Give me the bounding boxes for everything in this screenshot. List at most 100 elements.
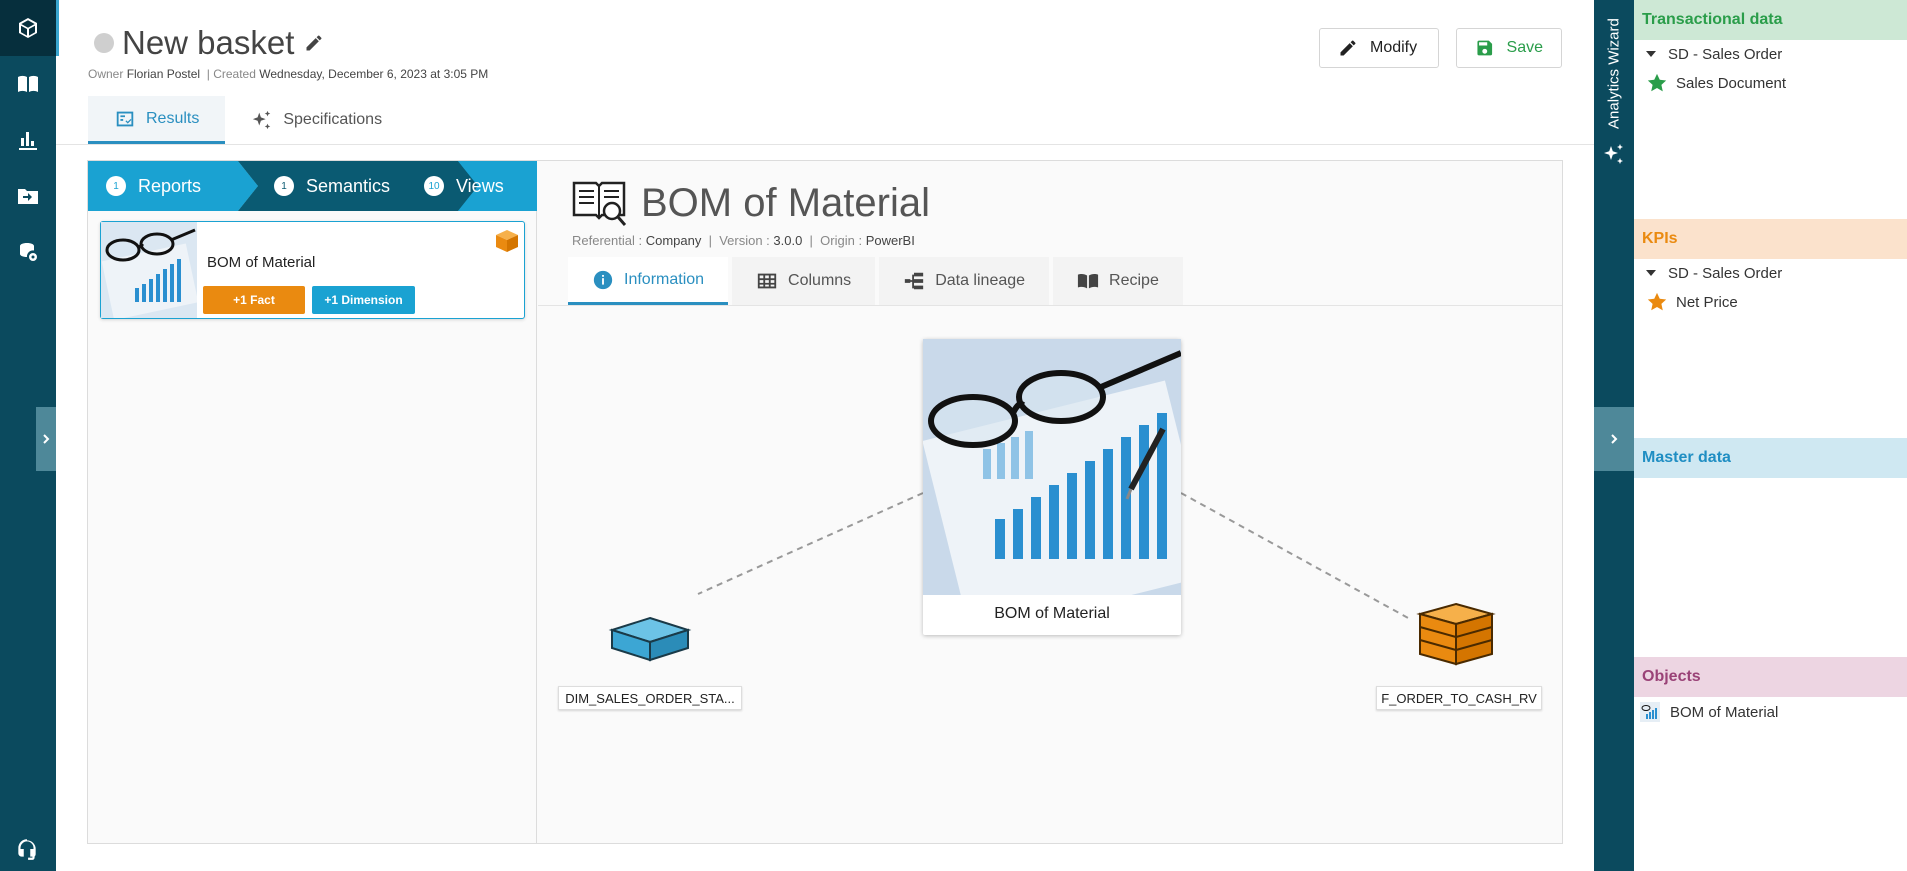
checklist-icon xyxy=(116,111,134,126)
save-label: Save xyxy=(1506,39,1543,56)
nav-catalog[interactable] xyxy=(0,56,56,112)
chevron-right-icon xyxy=(1611,434,1618,444)
lineage-center-node[interactable]: BOM of Material xyxy=(923,339,1181,635)
tab-data-lineage[interactable]: Data lineage xyxy=(879,257,1050,305)
owner-label: Owner xyxy=(88,67,124,81)
sparkles-icon xyxy=(253,110,271,130)
table-icon xyxy=(757,273,777,289)
tabs-divider xyxy=(56,144,1594,145)
step-reports-label: Reports xyxy=(138,175,202,196)
tab-specifications[interactable]: Specifications xyxy=(225,96,408,144)
step-views[interactable]: 10 Views xyxy=(424,161,504,211)
version-value: 3.0.0 xyxy=(773,233,803,248)
tree-leaf[interactable]: Sales Document xyxy=(1634,68,1907,98)
basket-header: New basket xyxy=(94,24,324,62)
nav-import[interactable] xyxy=(0,168,56,224)
tab-columns[interactable]: Columns xyxy=(732,257,876,305)
pencil-icon xyxy=(1340,40,1356,56)
modify-button[interactable]: Modify xyxy=(1319,28,1439,68)
referential-value: Company xyxy=(645,233,702,248)
tree-leaf[interactable]: Net Price xyxy=(1634,287,1907,317)
tree-node-label: SD - Sales Order xyxy=(1668,45,1783,63)
tree-node[interactable]: SD - Sales Order xyxy=(1634,259,1907,287)
db-settings-icon xyxy=(20,243,37,261)
report-thumbnail-icon xyxy=(1640,702,1660,722)
referential-label: Referential : xyxy=(572,233,643,248)
lineage-fact-label[interactable]: F_ORDER_TO_CASH_RV xyxy=(1376,686,1542,710)
tab-information-label: Information xyxy=(624,270,705,288)
left-expand-toggle[interactable] xyxy=(36,407,56,471)
dimension-badge[interactable]: +1 Dimension xyxy=(312,286,415,314)
results-panel: 1 Reports 1 Semantics 10 Views BOM of Ma… xyxy=(87,160,1563,844)
status-dot xyxy=(94,33,114,53)
tree-leaf-label: Net Price xyxy=(1676,293,1738,311)
step-reports-count: 1 xyxy=(106,176,126,196)
owner-name: Florian Postel xyxy=(126,67,201,81)
info-icon xyxy=(593,270,613,289)
origin-label: Origin : xyxy=(820,233,863,248)
tab-information[interactable]: Information xyxy=(568,257,729,305)
step-semantics[interactable]: 1 Semantics xyxy=(274,161,390,211)
sparkles-icon[interactable] xyxy=(1602,142,1626,166)
step-semantics-count: 1 xyxy=(274,176,294,196)
tab-recipe[interactable]: Recipe xyxy=(1053,257,1183,305)
right-collapse-toggle[interactable] xyxy=(1594,407,1634,471)
tree-leaf[interactable]: BOM of Material xyxy=(1634,697,1907,727)
chevron-right-icon xyxy=(43,434,50,444)
tab-recipe-label: Recipe xyxy=(1109,272,1159,289)
result-card[interactable]: BOM of Material +1 Fact +1 Dimension xyxy=(100,221,525,319)
step-views-count: 10 xyxy=(424,176,444,196)
tree-leaf-label: Sales Document xyxy=(1676,74,1787,92)
help-icon[interactable] xyxy=(14,836,40,862)
analytics-wizard-label[interactable]: Analytics Wizard xyxy=(1604,14,1624,134)
tree-node[interactable]: SD - Sales Order xyxy=(1634,40,1907,68)
report-thumbnail xyxy=(101,222,197,318)
lineage-dimension-label[interactable]: DIM_SALES_ORDER_STA... xyxy=(558,686,742,710)
star-icon xyxy=(1647,292,1667,311)
modify-label: Modify xyxy=(1370,39,1418,56)
semantic-title: BOM of Material xyxy=(641,181,930,225)
tab-specifications-label: Specifications xyxy=(283,111,383,128)
caret-down-icon xyxy=(1646,51,1656,57)
tree-node-label: SD - Sales Order xyxy=(1668,264,1783,282)
meta-separator: | xyxy=(206,67,210,81)
tab-results-label: Results xyxy=(146,109,200,127)
book-icon xyxy=(18,75,38,92)
origin-value: PowerBI xyxy=(865,233,915,248)
tab-columns-label: Columns xyxy=(788,272,852,289)
star-icon xyxy=(1647,73,1667,92)
nav-database[interactable] xyxy=(0,224,56,280)
section-objects-title: Objects xyxy=(1634,657,1907,697)
basket-meta: Owner Florian Postel | Created Wednesday… xyxy=(88,67,488,81)
tab-results[interactable]: Results xyxy=(88,96,226,144)
lineage-dimension-text: DIM_SALES_ORDER_STA... xyxy=(565,690,735,706)
result-name: BOM of Material xyxy=(207,254,316,271)
fact-badge[interactable]: +1 Fact xyxy=(203,286,305,314)
step-semantics-label: Semantics xyxy=(306,175,391,196)
nav-cube[interactable] xyxy=(0,0,56,56)
lineage-fact-text: F_ORDER_TO_CASH_RV xyxy=(1381,690,1537,706)
semantic-detail: BOM of Material Referential : Company | … xyxy=(538,161,1562,843)
active-accent xyxy=(56,0,59,56)
detail-tabs: Information Columns Data lineage Recipe xyxy=(568,257,1187,305)
tree-leaf-label: BOM of Material xyxy=(1670,703,1779,721)
nav-analytics[interactable] xyxy=(0,112,56,168)
section-transactional: Transactional data SD - Sales Order Sale… xyxy=(1634,0,1907,98)
wizard-panel: Transactional data SD - Sales Order Sale… xyxy=(1634,0,1907,871)
dimension-table-icon[interactable] xyxy=(608,614,692,664)
cube-icon xyxy=(19,18,37,38)
edit-title-button[interactable] xyxy=(304,33,324,53)
caret-down-icon xyxy=(1646,270,1656,276)
section-transactional-title: Transactional data xyxy=(1634,0,1907,40)
fact-table-icon[interactable] xyxy=(1416,600,1496,668)
step-reports[interactable]: 1 Reports xyxy=(106,161,201,211)
main-tabs: Results Specifications xyxy=(88,96,408,144)
save-button[interactable]: Save xyxy=(1456,28,1562,68)
open-book-icon xyxy=(1077,273,1099,289)
section-kpis: KPIs SD - Sales Order Net Price xyxy=(1634,219,1907,317)
created-date: Wednesday, December 6, 2023 at 3:05 PM xyxy=(259,67,489,81)
page-title: New basket xyxy=(122,24,295,61)
step-views-label: Views xyxy=(456,175,504,196)
section-objects: Objects BOM of Material xyxy=(1634,657,1907,727)
lineage-diagram: BOM of Material DIM_SALES_ORDER_STA... F… xyxy=(538,306,1562,843)
